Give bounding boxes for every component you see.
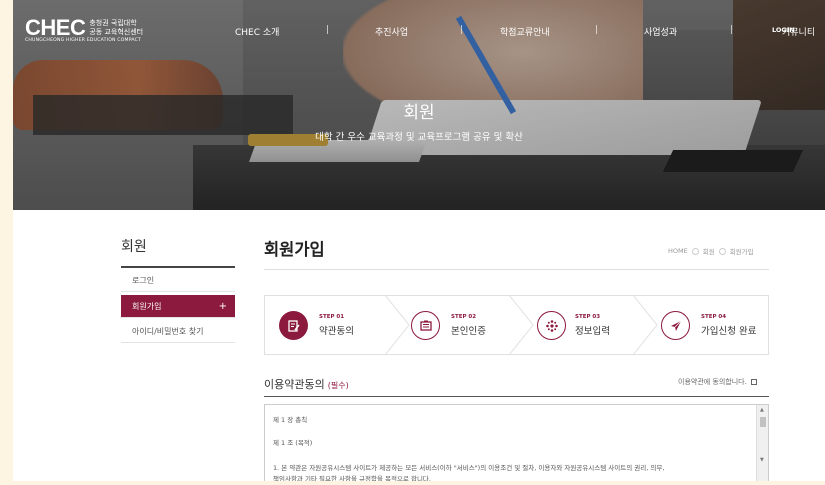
step-number: STEP 02 <box>451 314 477 320</box>
plus-icon: + <box>218 301 227 312</box>
logo-text: 충청권 국립대학 공동 교육혁신센터 <box>89 19 143 37</box>
step-number: STEP 01 <box>319 314 345 320</box>
terms-line: 1. 본 약관은 자원공유시스템 사이트가 제공하는 모든 서비스(이하 "서비… <box>273 464 665 472</box>
breadcrumb-member[interactable]: 회원 <box>703 246 715 256</box>
sidebar-item-label: 로그인 <box>132 276 155 285</box>
breadcrumb-home[interactable]: HOME <box>668 247 688 255</box>
step-arrow-icon <box>384 295 410 355</box>
breadcrumb-separator-icon <box>691 247 699 255</box>
scroll-up-icon[interactable]: ▲ <box>760 407 764 413</box>
sidebar-item-label: 회원가입 <box>132 302 162 311</box>
hero-subtitle: 대학 간 우수 교육과정 및 교육프로그램 공유 및 확산 <box>315 132 523 143</box>
logo-subtitle: CHUNGCHEONG HIGHER EDUCATION COMPACT <box>25 38 142 43</box>
window-frame-left <box>0 0 13 485</box>
scroll-down-icon[interactable]: ▼ <box>760 457 764 463</box>
terms-agree-label: 이용약관에 동의합니다. <box>678 378 747 386</box>
breadcrumb-current: 회원가입 <box>729 248 754 256</box>
dots-input-icon <box>537 311 566 340</box>
terms-divider <box>264 396 769 397</box>
title-divider <box>264 269 769 270</box>
nav-separator: | <box>326 25 330 35</box>
breadcrumb: HOME 회원 회원가입 <box>668 246 754 256</box>
page-title: 회원가입 <box>264 240 325 259</box>
terms-title-text: 이용약관동의 <box>264 378 325 391</box>
logo-line-1: 충청권 국립대학 <box>89 19 137 27</box>
site-logo[interactable]: CHEC 충청권 국립대학 공동 교육혁신센터 <box>25 15 143 40</box>
nav-separator: | <box>460 25 464 35</box>
sidebar-item-signup[interactable]: 회원가입 + <box>121 295 235 318</box>
paper-plane-icon <box>661 311 690 340</box>
step-number: STEP 04 <box>701 314 727 320</box>
nav-item-about[interactable]: CHEC 소개 <box>235 25 279 38</box>
step-label: 본인인증 <box>451 326 486 337</box>
document-pen-icon <box>279 311 308 340</box>
nav-item-results[interactable]: 사업성과 <box>644 25 677 38</box>
sidebar-item-login[interactable]: 로그인 <box>121 269 235 292</box>
id-card-icon <box>411 311 440 340</box>
logo-line-2: 공동 교육혁신센터 <box>89 28 144 36</box>
terms-line: 제 1 조 (목적) <box>273 439 313 447</box>
sidebar-item-label: 아이디/비밀번호 찾기 <box>132 327 204 336</box>
terms-agree-checkbox[interactable]: 이용약관에 동의합니다. <box>678 377 757 387</box>
window-frame-bottom <box>0 481 825 485</box>
nav-item-projects[interactable]: 추진사업 <box>375 25 408 38</box>
step-1: STEP 01 약관동의 <box>279 296 389 354</box>
nav-separator: | <box>730 25 734 35</box>
signup-steps: STEP 01 약관동의 STEP 02 본인인증 STEP 03 정보입력 S… <box>264 295 769 355</box>
sidebar-divider <box>121 266 235 268</box>
sidebar-item-find-account[interactable]: 아이디/비밀번호 찾기 <box>121 320 235 343</box>
terms-section-title: 이용약관동의 (필수) <box>264 376 349 392</box>
login-link[interactable]: LOGIN <box>772 26 795 34</box>
terms-line: 제 1 장 총칙 <box>273 416 308 424</box>
terms-textarea[interactable]: 제 1 장 총칙 제 1 조 (목적) 1. 본 약관은 자원공유시스템 사이트… <box>264 404 769 482</box>
step-label: 가입신청 완료 <box>701 326 757 337</box>
step-number: STEP 03 <box>575 314 601 320</box>
step-4: STEP 04 가입신청 완료 <box>661 296 769 354</box>
step-label: 약관동의 <box>319 326 354 337</box>
sidebar-title: 회원 <box>121 239 147 255</box>
breadcrumb-separator-icon <box>718 247 726 255</box>
required-badge: (필수) <box>327 381 349 390</box>
terms-scrollbar[interactable]: ▲ ▼ <box>756 405 768 481</box>
hero-title: 회원 <box>403 103 435 123</box>
checkbox-icon[interactable] <box>750 379 757 385</box>
logo-mark: CHEC <box>25 15 86 40</box>
step-arrow-icon <box>508 295 534 355</box>
step-arrow-icon <box>632 295 658 355</box>
nav-separator: | <box>595 25 599 35</box>
scrollbar-thumb[interactable] <box>760 417 766 427</box>
nav-item-credit-exchange[interactable]: 학점교류안내 <box>500 25 550 38</box>
step-label: 정보입력 <box>575 326 610 337</box>
